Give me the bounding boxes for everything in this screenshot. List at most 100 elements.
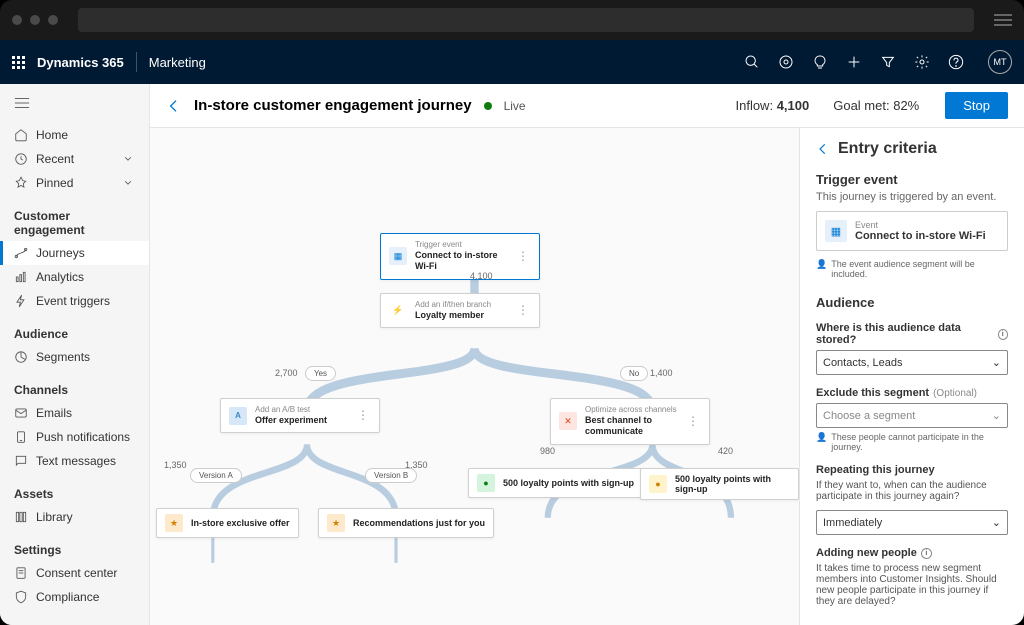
stored-select[interactable]: Contacts, Leads⌄ <box>816 350 1008 375</box>
node-ab-test[interactable]: A Add an A/B testOffer experiment ⋮ <box>220 398 380 433</box>
trigger-subtitle: This journey is triggered by an event. <box>816 191 1008 203</box>
sidebar-item-label: Segments <box>36 350 90 364</box>
sidebar-item-analytics[interactable]: Analytics <box>0 265 149 289</box>
journey-canvas[interactable]: ▦ Trigger eventConnect to in-store Wi-Fi… <box>150 128 799 625</box>
points-icon: ● <box>649 475 667 493</box>
map-icon: ▦ <box>825 220 847 242</box>
chevron-down-icon: ⌄ <box>992 356 1001 369</box>
app-launcher-icon[interactable] <box>12 56 25 69</box>
adding-helper: It takes time to process new segment mem… <box>816 563 1008 607</box>
sidebar-item-label: Library <box>36 510 73 524</box>
sidebar-item-label: Emails <box>36 406 72 420</box>
sidebar-group-title: Channels <box>0 369 149 401</box>
sidebar-item-label: Analytics <box>36 270 84 284</box>
sidebar-group-title: Audience <box>0 313 149 345</box>
journey-title: In-store customer engagement journey <box>194 97 472 114</box>
separator <box>136 52 137 72</box>
goal-metric: Goal met: 82% <box>833 98 919 113</box>
count-label: 4,100 <box>470 271 493 281</box>
node-leaf-a[interactable]: ★ In-store exclusive offer <box>156 508 299 538</box>
node-optimize[interactable]: ✕ Optimize across channelsBest channel t… <box>550 398 710 445</box>
node-leaf-c[interactable]: ● 500 loyalty points with sign-up <box>468 468 643 498</box>
sidebar-item-event-triggers[interactable]: Event triggers <box>0 289 149 313</box>
app-topbar: Dynamics 365 Marketing MT <box>0 40 1024 84</box>
sidebar-item-recent[interactable]: Recent <box>0 147 149 171</box>
module-name: Marketing <box>149 55 206 70</box>
version-a-pill: Version A <box>190 468 242 483</box>
sidebar-group-title: Settings <box>0 529 149 561</box>
repeat-label: Repeating this journey <box>816 464 1008 476</box>
count-label: 980 <box>540 446 555 456</box>
target-icon[interactable] <box>778 54 794 70</box>
filter-icon[interactable] <box>880 54 896 70</box>
traffic-light <box>12 15 22 25</box>
back-icon[interactable] <box>166 98 182 114</box>
adding-label: Adding new peoplei <box>816 547 1008 559</box>
sidebar-item-label: Event triggers <box>36 294 110 308</box>
sidebar-group-title: Assets <box>0 473 149 505</box>
sidebar-toggle-icon[interactable] <box>0 92 149 123</box>
sidebar-item-pinned[interactable]: Pinned <box>0 171 149 195</box>
sidebar-item-journeys[interactable]: Journeys <box>0 241 149 265</box>
node-menu-icon[interactable]: ⋮ <box>685 419 701 424</box>
user-avatar[interactable]: MT <box>988 50 1012 74</box>
status-indicator <box>484 102 492 110</box>
status-label: Live <box>504 99 526 113</box>
branch-no-pill: No <box>620 366 648 381</box>
browser-menu-icon[interactable] <box>994 14 1012 26</box>
node-leaf-d[interactable]: ● 500 loyalty points with sign-up <box>640 468 799 500</box>
trigger-heading: Trigger event <box>816 172 1008 187</box>
sidebar-item-label: Push notifications <box>36 430 130 444</box>
content-header: In-store customer engagement journey Liv… <box>150 84 1024 128</box>
sidebar-item-library[interactable]: Library <box>0 505 149 529</box>
node-trigger[interactable]: ▦ Trigger eventConnect to in-store Wi-Fi… <box>380 233 540 280</box>
branch-yes-pill: Yes <box>305 366 336 381</box>
node-leaf-b[interactable]: ★ Recommendations just for you <box>318 508 494 538</box>
gear-icon[interactable] <box>914 54 930 70</box>
sidebar-item-consent-center[interactable]: Consent center <box>0 561 149 585</box>
info-icon[interactable]: i <box>998 329 1008 340</box>
sidebar-item-label: Pinned <box>36 176 73 190</box>
repeat-helper: If they want to, when can the audience p… <box>816 480 1008 502</box>
repeat-select[interactable]: Immediately⌄ <box>816 510 1008 535</box>
sidebar-item-text-messages[interactable]: Text messages <box>0 449 149 473</box>
sidebar-item-home[interactable]: Home <box>0 123 149 147</box>
sidebar-item-compliance[interactable]: Compliance <box>0 585 149 609</box>
node-menu-icon[interactable]: ⋮ <box>355 413 371 418</box>
node-branch[interactable]: ⚡ Add an if/then branchLoyalty member ⋮ <box>380 293 540 328</box>
sidebar-item-push-notifications[interactable]: Push notifications <box>0 425 149 449</box>
search-icon[interactable] <box>744 54 760 70</box>
info-icon[interactable]: i <box>921 548 932 559</box>
sidebar-item-emails[interactable]: Emails <box>0 401 149 425</box>
chevron-down-icon: ⌄ <box>992 409 1001 422</box>
audience-heading: Audience <box>816 295 1008 310</box>
exclude-select[interactable]: Choose a segment⌄ <box>816 403 1008 428</box>
version-b-pill: Version B <box>365 468 417 483</box>
address-bar[interactable] <box>78 8 974 32</box>
properties-panel: Entry criteria Trigger event This journe… <box>799 128 1024 625</box>
event-card[interactable]: ▦ EventConnect to in-store Wi-Fi <box>816 211 1008 251</box>
plus-icon[interactable] <box>846 54 862 70</box>
product-name: Dynamics 365 <box>37 55 124 70</box>
offer-icon: ★ <box>327 514 345 532</box>
chevron-down-icon: ⌄ <box>992 516 1001 529</box>
count-label: 1,350 <box>164 460 187 470</box>
sidebar-item-label: Compliance <box>36 590 99 604</box>
exclude-label: Exclude this segment (Optional) <box>816 387 1008 399</box>
stop-button[interactable]: Stop <box>945 92 1008 119</box>
count-label: 420 <box>718 446 733 456</box>
help-icon[interactable] <box>948 54 964 70</box>
sidebar-item-segments[interactable]: Segments <box>0 345 149 369</box>
lightbulb-icon[interactable] <box>812 54 828 70</box>
bolt-icon: ⚡ <box>389 302 407 320</box>
map-icon: ▦ <box>389 247 407 265</box>
node-menu-icon[interactable]: ⋮ <box>515 308 531 313</box>
back-icon[interactable] <box>816 142 830 156</box>
exclude-note: 👤These people cannot participate in the … <box>816 432 1008 452</box>
traffic-light <box>48 15 58 25</box>
sidebar-item-label: Journeys <box>36 246 85 260</box>
sidebar: Home Recent Pinned Customer engagement J… <box>0 84 150 625</box>
node-menu-icon[interactable]: ⋮ <box>515 254 531 259</box>
event-note: 👤The event audience segment will be incl… <box>816 259 1008 279</box>
panel-title: Entry criteria <box>838 140 937 158</box>
